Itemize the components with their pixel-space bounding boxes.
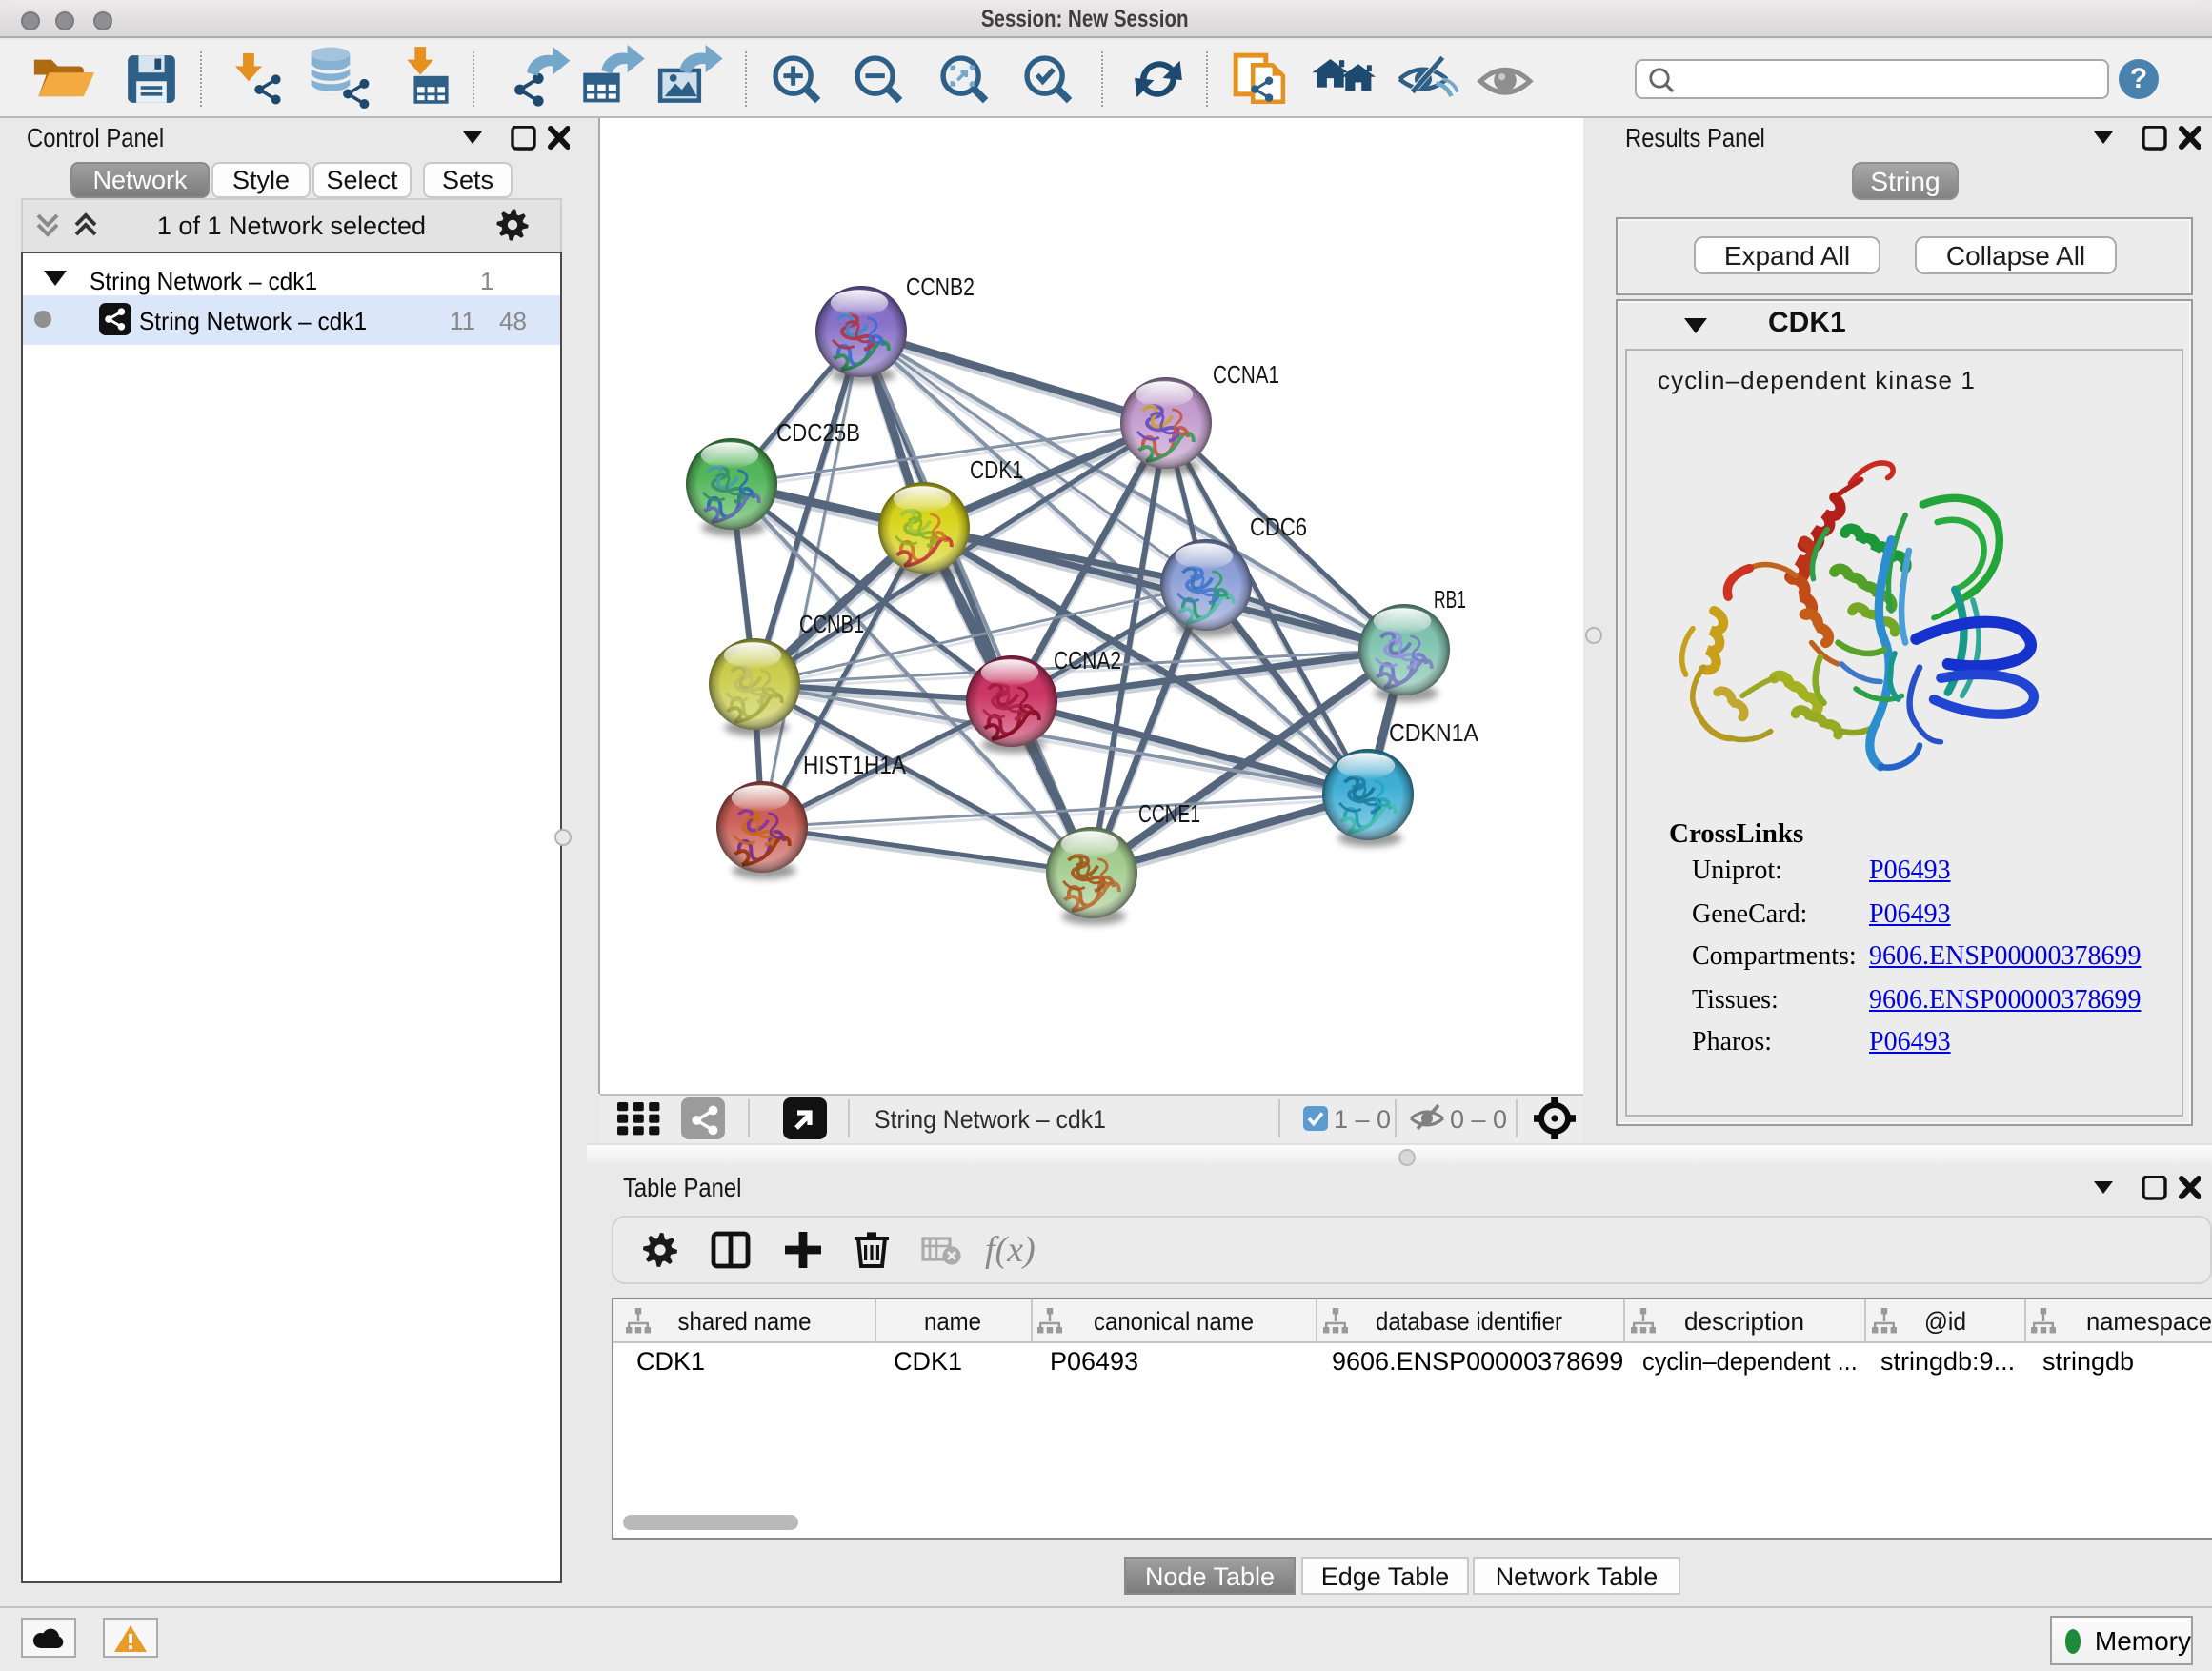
svg-text:CDK1: CDK1 (970, 455, 1023, 484)
svg-text:CDKN1A: CDKN1A (1389, 718, 1479, 747)
svg-text:CCNA1: CCNA1 (1213, 360, 1279, 389)
svg-text:CDC6: CDC6 (1250, 513, 1307, 541)
svg-text:CCNA2: CCNA2 (1054, 646, 1121, 674)
svg-text:@id: @id (1924, 1307, 1966, 1336)
svg-text:CDC25B: CDC25B (776, 418, 860, 447)
svg-text:name: name (924, 1307, 981, 1336)
svg-text:CCNB2: CCNB2 (906, 272, 975, 301)
svg-text:CCNE1: CCNE1 (1138, 799, 1200, 828)
svg-text:namespace: namespace (2086, 1307, 2212, 1336)
svg-text:f(x): f(x) (985, 1230, 1036, 1270)
svg-text:description: description (1684, 1307, 1804, 1336)
svg-text:shared name: shared name (678, 1307, 812, 1336)
svg-text:RB1: RB1 (1434, 585, 1466, 614)
svg-text:HIST1H1A: HIST1H1A (803, 751, 907, 779)
svg-text:canonical name: canonical name (1094, 1307, 1254, 1336)
svg-text:CCNB1: CCNB1 (799, 610, 864, 638)
svg-text:database identifier: database identifier (1376, 1307, 1562, 1336)
